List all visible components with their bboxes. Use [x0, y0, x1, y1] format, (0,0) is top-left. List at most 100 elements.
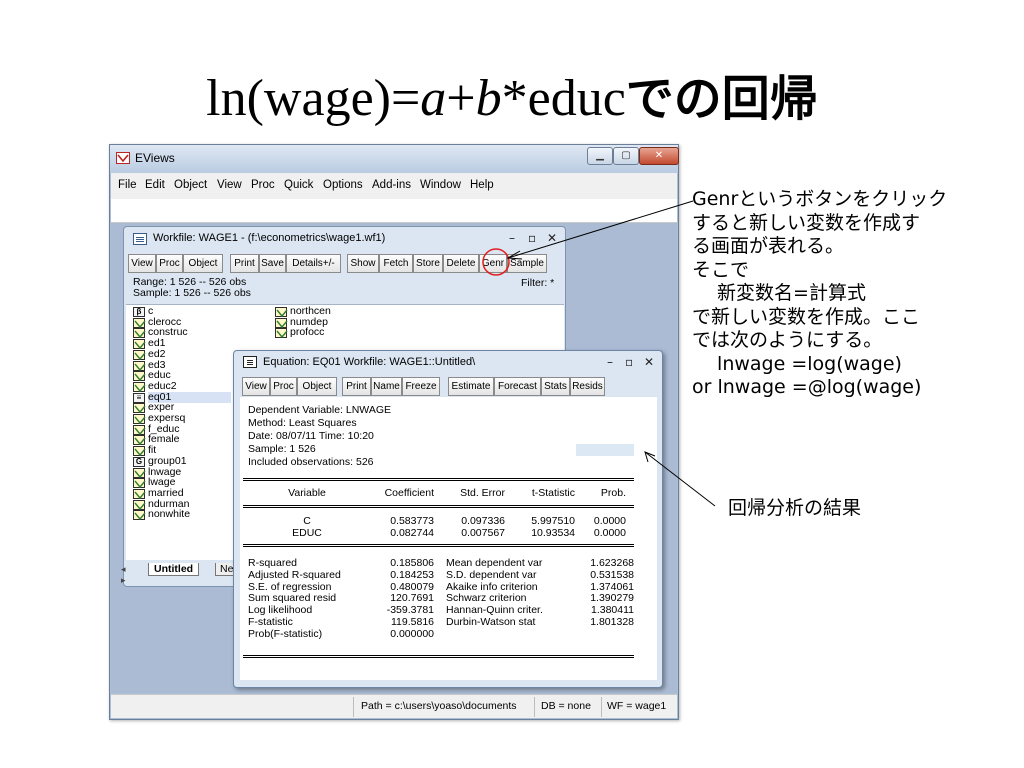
menu-proc[interactable]: Proc — [251, 179, 275, 191]
wf-save-button[interactable]: Save — [259, 254, 286, 273]
eq-stats-button[interactable]: Stats — [541, 377, 570, 396]
maximize-icon[interactable]: ▢ — [613, 147, 639, 165]
menu-quick[interactable]: Quick — [284, 179, 313, 191]
menu-help[interactable]: Help — [470, 179, 494, 191]
group-icon: G — [133, 456, 145, 467]
series-icon — [133, 446, 146, 457]
stat-label: S.D. dependent var — [446, 568, 537, 581]
stat-label: Schwarz criterion — [446, 592, 527, 605]
series-icon — [275, 307, 288, 318]
menu-edit[interactable]: Edit — [145, 179, 165, 191]
menu-object[interactable]: Object — [174, 179, 207, 191]
wf-delete-button[interactable]: Delete — [443, 254, 479, 273]
status-separator — [534, 697, 535, 717]
series-icon — [133, 424, 146, 435]
workfile-maximize-icon[interactable]: ▫ — [528, 231, 536, 245]
menu-view[interactable]: View — [217, 179, 242, 191]
stat-label: Prob(F-statistic) — [248, 627, 323, 640]
stat-label: Adjusted R-squared — [248, 568, 341, 581]
series-icon — [133, 349, 146, 360]
workfile-filter[interactable]: Filter: * — [521, 277, 554, 289]
eq-estimate-button[interactable]: Estimate — [448, 377, 494, 396]
eviews-app-icon — [116, 152, 130, 164]
series-icon — [133, 478, 146, 489]
status-bar: Path = c:\users\yoaso\documents DB = non… — [111, 694, 677, 718]
table-rule — [243, 505, 634, 508]
equation-title: Equation: EQ01 Workfile: WAGE1::Untitled… — [263, 356, 476, 368]
wf-fetch-button[interactable]: Fetch — [379, 254, 413, 273]
wf-show-button[interactable]: Show — [347, 254, 379, 273]
wf-sample-button[interactable]: Sample — [507, 254, 547, 273]
stat-label: Sum squared resid — [248, 592, 337, 605]
wf-object-button[interactable]: Object — [183, 254, 223, 273]
eq-resids-button[interactable]: Resids — [570, 377, 605, 396]
workfile-titlebar[interactable]: Workfile: WAGE1 - (f:\econometrics\wage1… — [124, 227, 565, 251]
series-icon — [133, 317, 146, 328]
equation-close-icon[interactable]: ✕ — [644, 355, 654, 369]
eq-object-button[interactable]: Object — [297, 377, 337, 396]
header-line: Included observations: 526 — [248, 456, 374, 468]
eq-forecast-button[interactable]: Forecast — [494, 377, 541, 396]
eviews-title: EViews — [135, 151, 175, 165]
col-variable: Variable — [288, 487, 326, 499]
stat-value: 120.7691 — [390, 592, 434, 605]
table-rule — [243, 655, 634, 658]
tab-scroll-icon[interactable]: ◂ ▸ — [121, 564, 126, 586]
eq-view-button[interactable]: View — [242, 377, 270, 396]
close-icon[interactable]: ✕ — [639, 147, 679, 165]
workfile-close-icon[interactable]: ✕ — [547, 231, 557, 245]
series-icon — [275, 328, 288, 339]
eq-print-button[interactable]: Print — [342, 377, 371, 396]
col-prob: Prob. — [600, 487, 626, 499]
stat-value: 0.184253 — [390, 568, 434, 581]
result-annotation: 回帰分析の結果 — [728, 497, 862, 519]
header-line: Sample: 1 526 — [248, 443, 316, 455]
header-line: Method: Least Squares — [248, 417, 357, 429]
stat-value: 0.531538 — [590, 568, 634, 581]
menu-window[interactable]: Window — [420, 179, 461, 191]
stat-value: 1.390279 — [590, 592, 634, 605]
series-icon — [133, 328, 146, 339]
eviews-titlebar[interactable]: EViews ▁ ▢ ✕ — [110, 145, 679, 173]
stat-value: -359.3781 — [386, 604, 434, 617]
coef-value: 0.082744 — [390, 527, 434, 539]
wf-details-button[interactable]: Details+/- — [286, 254, 341, 273]
wf-view-button[interactable]: View — [128, 254, 156, 273]
menu-options[interactable]: Options — [323, 179, 363, 191]
status-separator — [601, 697, 602, 717]
wf-proc-button[interactable]: Proc — [156, 254, 183, 273]
menu-file[interactable]: File — [118, 179, 137, 191]
annotation-line: or lnwage =@log(wage) — [692, 376, 922, 398]
equation-minimize-icon[interactable]: – — [607, 355, 613, 369]
eq-proc-button[interactable]: Proc — [270, 377, 297, 396]
stat-label: Hannan-Quinn criter. — [446, 604, 543, 617]
series-icon — [133, 467, 146, 478]
tab-untitled[interactable]: Untitled — [148, 563, 200, 576]
status-wf: WF = wage1 — [607, 700, 667, 712]
coef-variable: C — [303, 515, 311, 527]
wf-print-button[interactable]: Print — [230, 254, 259, 273]
command-window[interactable] — [111, 199, 677, 223]
stat-label: R-squared — [248, 557, 298, 569]
eq-freeze-button[interactable]: Freeze — [402, 377, 440, 396]
series-icon — [133, 403, 146, 414]
wf-store-button[interactable]: Store — [413, 254, 443, 273]
equation-icon — [243, 356, 257, 368]
stat-value: 0.185806 — [390, 557, 434, 569]
coef-p: 0.0000 — [593, 515, 626, 527]
wf-genr-button[interactable]: Genr — [479, 254, 507, 273]
series-icon — [133, 381, 146, 392]
equation-header: Dependent Variable: LNWAGE Method: Least… — [248, 404, 391, 469]
col-t-statistic: t-Statistic — [531, 487, 575, 499]
equation-titlebar[interactable]: Equation: EQ01 Workfile: WAGE1::Untitled… — [234, 351, 662, 375]
minimize-icon[interactable]: ▁ — [587, 147, 613, 165]
annotation-line: Genrというボタンをクリック — [692, 188, 948, 210]
series-icon — [275, 317, 288, 328]
menu-add-ins[interactable]: Add-ins — [372, 179, 411, 191]
workfile-minimize-icon[interactable]: – — [509, 231, 515, 245]
series-icon — [133, 414, 146, 425]
workfile-range-info: Range: 1 526 -- 526 obs Sample: 1 526 --… — [133, 277, 251, 299]
eq-name-button[interactable]: Name — [371, 377, 402, 396]
equation-maximize-icon[interactable]: ▫ — [625, 355, 633, 369]
workfile-icon — [133, 233, 147, 245]
